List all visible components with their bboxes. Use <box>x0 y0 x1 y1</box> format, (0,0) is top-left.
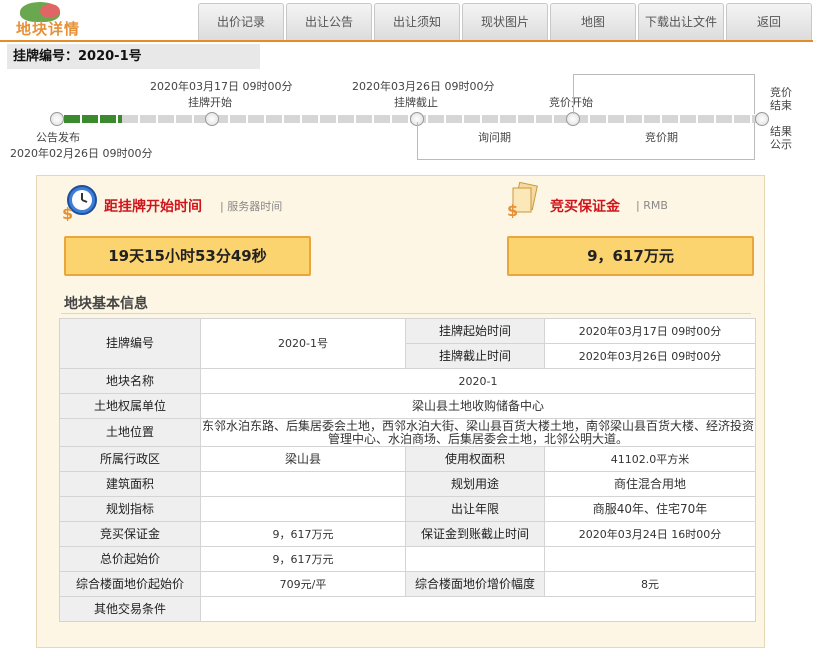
cell-value <box>200 496 406 522</box>
cell-value: 东邻水泊东路、后集居委会土地，西邻水泊大街、梁山县百货大楼土地，南邻梁山县百货大… <box>200 418 756 447</box>
timeline-start-label: 挂牌开始 <box>188 96 232 109</box>
logo: 地块详情 <box>6 2 86 38</box>
cell-value: 2020年03月26日 09时00分 <box>544 343 756 369</box>
timeline-result-label: 结果公示 <box>770 125 792 151</box>
timeline-node-announce <box>50 112 64 126</box>
cell-value: 8元 <box>544 571 756 597</box>
table-row: 竞买保证金 9，617万元 保证金到账截止时间 2020年03月24日 16时0… <box>59 521 756 547</box>
bracket-line <box>417 122 418 160</box>
cell-label: 所属行政区 <box>59 446 201 472</box>
timeline-bidding-label: 竞价期 <box>645 131 678 144</box>
timeline-progress-done <box>64 115 122 123</box>
table-row: 地块名称 2020-1 <box>59 368 756 394</box>
info-section-title: 地块基本信息 <box>64 296 148 312</box>
table-row: 土地权属单位 梁山县土地收购储备中心 <box>59 393 756 419</box>
timeline-start-date: 2020年03月17日 09时00分 <box>150 80 293 93</box>
timeline-node-start <box>205 112 219 126</box>
deposit-subtitle: | RMB <box>636 199 668 212</box>
cell-label: 土地权属单位 <box>59 393 201 419</box>
bracket-line <box>573 74 574 114</box>
cell-value: 梁山县 <box>200 446 406 472</box>
clock-icon: $ <box>62 185 97 221</box>
tab-back[interactable]: 返回 <box>726 3 812 40</box>
money-icon: $ <box>507 182 538 218</box>
cell-value: 商住混合用地 <box>544 471 756 497</box>
cell-label: 总价起始价 <box>59 546 201 572</box>
countdown-value: 19天15小时53分49秒 <box>64 236 311 276</box>
tab-announcement[interactable]: 出让公告 <box>286 3 372 40</box>
cell-label: 使用权面积 <box>405 446 545 472</box>
cell-label: 土地位置 <box>59 418 201 447</box>
cell-value: 2020年03月17日 09时00分 <box>544 318 756 344</box>
cell-label: 地块名称 <box>59 368 201 394</box>
tab-photos[interactable]: 现状图片 <box>462 3 548 40</box>
cell-label: 建筑面积 <box>59 471 201 497</box>
cell-label: 综合楼面地价增价幅度 <box>405 571 545 597</box>
cell-value: 41102.0平方米 <box>544 446 756 472</box>
timeline-end-label: 挂牌截止 <box>394 96 438 109</box>
table-row: 规划指标 出让年限 商服40年、住宅70年 <box>59 496 756 522</box>
tab-map[interactable]: 地图 <box>550 3 636 40</box>
table-row: 总价起始价 9，617万元 <box>59 546 756 572</box>
timeline-bid-start-label: 竞价开始 <box>549 96 593 109</box>
timeline-bid-end-label: 竞价结束 <box>770 86 792 112</box>
table-row: 建筑面积 规划用途 商住混合用地 <box>59 471 756 497</box>
logo-flower-icon <box>40 4 60 18</box>
cell-label: 综合楼面地价起始价 <box>59 571 201 597</box>
cell-value: 9，617万元 <box>200 521 406 547</box>
cell-value: 商服40年、住宅70年 <box>544 496 756 522</box>
cell-label: 挂牌编号 <box>59 318 201 369</box>
listing-code-bar: 挂牌编号：2020-1号 <box>7 44 260 69</box>
table-row: 综合楼面地价起始价 709元/平 综合楼面地价增价幅度 8元 <box>59 571 756 597</box>
cell-label: 规划用途 <box>405 471 545 497</box>
nav-divider <box>0 40 813 42</box>
timeline-announce-label: 公告发布 <box>36 131 80 144</box>
logo-text: 地块详情 <box>16 20 81 38</box>
timeline-end-date: 2020年03月26日 09时00分 <box>352 80 495 93</box>
cell-label: 保证金到账截止时间 <box>405 521 545 547</box>
cell-value: 2020-1号 <box>200 318 406 369</box>
nav-tabs: 出价记录 出让公告 出让须知 现状图片 地图 下载出让文件 返回 <box>198 3 813 40</box>
detail-panel: $ 距挂牌开始时间 | 服务器时间 $ 竞买保证金 | RMB 19天15小时5… <box>36 175 765 648</box>
table-row: 所属行政区 梁山县 使用权面积 41102.0平方米 <box>59 446 756 472</box>
timeline-inquiry-label: 询问期 <box>478 131 511 144</box>
cell-label: 竞买保证金 <box>59 521 201 547</box>
land-info-table: 挂牌编号 2020-1号 挂牌起始时间 2020年03月17日 09时00分 挂… <box>59 318 756 622</box>
cell-empty <box>405 546 545 572</box>
timeline-node-bid-end <box>755 112 769 126</box>
deposit-value: 9，617万元 <box>507 236 754 276</box>
cell-value: 2020年03月24日 16时00分 <box>544 521 756 547</box>
bracket-line <box>417 159 754 160</box>
table-row: 其他交易条件 <box>59 596 756 622</box>
cell-value: 梁山县土地收购储备中心 <box>200 393 756 419</box>
countdown-title: 距挂牌开始时间 <box>104 199 202 215</box>
cell-label: 挂牌截止时间 <box>405 343 545 369</box>
info-divider <box>61 313 751 314</box>
cell-value: 709元/平 <box>200 571 406 597</box>
table-row: 挂牌编号 2020-1号 挂牌起始时间 2020年03月17日 09时00分 <box>59 318 756 369</box>
cell-label: 出让年限 <box>405 496 545 522</box>
timeline-node-bid-start <box>566 112 580 126</box>
svg-text:$: $ <box>62 204 73 221</box>
bracket-line <box>754 74 755 114</box>
cell-value <box>200 596 756 622</box>
cell-label: 其他交易条件 <box>59 596 201 622</box>
timeline-announce-date: 2020年02月26日 09时00分 <box>10 147 153 160</box>
svg-text:$: $ <box>507 201 518 218</box>
tab-bid-records[interactable]: 出价记录 <box>198 3 284 40</box>
table-row: 土地位置 东邻水泊东路、后集居委会土地，西邻水泊大街、梁山县百货大楼土地，南邻梁… <box>59 418 756 447</box>
countdown-subtitle: | 服务器时间 <box>220 200 283 213</box>
deposit-title: 竞买保证金 <box>550 199 620 215</box>
cell-label: 挂牌起始时间 <box>405 318 545 344</box>
cell-empty <box>544 546 756 572</box>
cell-value: 9，617万元 <box>200 546 406 572</box>
cell-value: 2020-1 <box>200 368 756 394</box>
bracket-line <box>754 122 755 160</box>
tab-notice[interactable]: 出让须知 <box>374 3 460 40</box>
cell-label: 规划指标 <box>59 496 201 522</box>
cell-value <box>200 471 406 497</box>
tab-download-files[interactable]: 下载出让文件 <box>638 3 724 40</box>
top-bar: 地块详情 出价记录 出让公告 出让须知 现状图片 地图 下载出让文件 返回 <box>0 0 813 42</box>
bracket-line <box>573 74 755 75</box>
